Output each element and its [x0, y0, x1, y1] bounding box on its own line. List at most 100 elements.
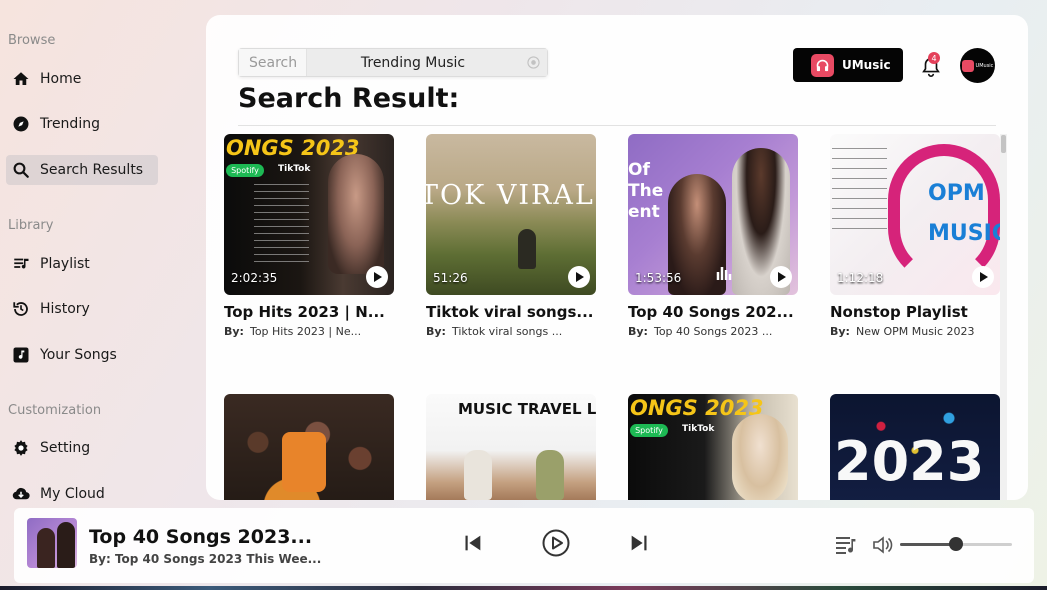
result-card[interactable] [224, 394, 394, 500]
by-label: By: [224, 325, 244, 338]
result-thumbnail[interactable]: ONGS 2023 Spotify TikTok 2:02:35 [224, 134, 394, 295]
result-thumbnail[interactable]: ONGS 2023 Spotify TikTok [628, 394, 798, 500]
now-playing-bar: Top 40 Songs 2023... By: Top 40 Songs 20… [14, 508, 1034, 583]
playlist-icon [14, 258, 29, 269]
result-title[interactable]: Top 40 Songs 202... [628, 303, 798, 321]
browse-section-title: Browse [8, 33, 56, 48]
next-track-icon[interactable] [628, 532, 650, 554]
play-icon[interactable] [568, 266, 590, 288]
volume-slider-fill [900, 543, 956, 546]
thumb-portrait [328, 154, 384, 274]
now-playing-title: Top 40 Songs 2023... [89, 526, 313, 548]
result-card[interactable]: ONGS 2023 Spotify TikTok 2:02:35 Top Hit… [224, 134, 394, 338]
sidebar-item-my-cloud[interactable]: My Cloud [6, 479, 158, 509]
thumb-figure [536, 450, 564, 500]
result-thumbnail[interactable]: MUSIC TRAVEL LOVE [426, 394, 596, 500]
result-title[interactable]: Nonstop Playlist [830, 303, 1000, 321]
thumb-text: 2023 [834, 430, 985, 493]
sidebar-item-trending[interactable]: Trending [6, 109, 158, 139]
search-icon [13, 162, 29, 178]
search-label: Search [239, 49, 307, 76]
result-thumbnail[interactable]: 2023 [830, 394, 1000, 500]
now-playing-subtitle: By: Top 40 Songs 2023 This Wee... [89, 552, 322, 566]
artist-name: Tiktok viral songs ... [451, 325, 563, 338]
headphones-icon [811, 53, 834, 77]
sidebar-item-history[interactable]: History [6, 294, 158, 324]
play-icon[interactable] [972, 266, 994, 288]
user-avatar[interactable]: UMusic [960, 48, 995, 83]
thumb-text: ONGS 2023 [226, 136, 360, 160]
thumb-tracklist [254, 184, 309, 264]
search-input[interactable] [307, 49, 519, 76]
result-thumbnail[interactable]: OPM MUSIC 1:12:18 [830, 134, 1000, 295]
compass-icon [13, 116, 29, 132]
result-thumbnail[interactable] [224, 394, 394, 500]
previous-track-icon[interactable] [462, 532, 484, 554]
tiktok-badge: TikTok [278, 164, 311, 174]
thumb-tracklist [832, 148, 887, 238]
sidebar-item-home[interactable]: Home [6, 64, 158, 94]
thumb-text: TOK VIRAL SO [426, 180, 596, 211]
result-title[interactable]: Tiktok viral songs... [426, 303, 596, 321]
by-label: By: [426, 325, 446, 338]
result-artist: By: Top 40 Songs 2023 ... [628, 325, 798, 338]
sidebar: Browse Home Trending Search Results Libr… [0, 0, 200, 510]
result-artist: By: Top Hits 2023 | Ne... [224, 325, 394, 338]
result-card[interactable]: 2023 [830, 394, 1000, 500]
history-icon [13, 302, 28, 316]
library-section-title: Library [8, 218, 54, 233]
equalizer-icon [716, 267, 732, 280]
play-icon[interactable] [770, 266, 792, 288]
volume-slider-handle[interactable] [949, 537, 963, 551]
tiktok-badge: TikTok [682, 424, 715, 434]
brand-name: UMusic [842, 58, 891, 72]
cloud-icon [12, 487, 30, 500]
page-title: Search Result: [238, 83, 460, 114]
now-playing-artwork[interactable] [27, 518, 77, 568]
gear-icon [14, 440, 28, 456]
result-card[interactable]: MUSIC TRAVEL LOVE [426, 394, 596, 500]
avatar-text: UMusic [975, 62, 994, 69]
sidebar-item-label: Your Songs [40, 347, 117, 363]
result-card[interactable]: Of The ent 1:53:56 Top 40 Songs 202... B… [628, 134, 798, 338]
avatar-logo-icon [961, 59, 974, 72]
sidebar-item-setting[interactable]: Setting [6, 433, 158, 463]
sidebar-item-search-results[interactable]: Search Results [6, 155, 158, 185]
duration-label: 1:53:56 [635, 271, 682, 285]
sidebar-item-your-songs[interactable]: Your Songs [6, 340, 158, 370]
result-title[interactable]: Top Hits 2023 | N... [224, 303, 394, 321]
volume-icon[interactable] [873, 536, 893, 554]
artist-name: New OPM Music 2023 [855, 325, 975, 338]
result-artist: By: New OPM Music 2023 [830, 325, 1000, 338]
music-note-icon [13, 347, 29, 363]
search-box: Search [238, 48, 548, 77]
result-artist: By: Tiktok viral songs ... [426, 325, 596, 338]
play-pause-icon[interactable] [541, 528, 571, 558]
results-grid: ONGS 2023 Spotify TikTok 2:02:35 Top Hit… [224, 134, 1014, 500]
result-card[interactable]: OPM MUSIC 1:12:18 Nonstop Playlist By: Ne… [830, 134, 1000, 338]
thumb-portrait [732, 414, 788, 500]
by-label: By: [628, 325, 648, 338]
clear-search-icon[interactable] [519, 49, 547, 76]
thumb-text: OPM MUSIC [928, 181, 1000, 246]
result-thumbnail[interactable]: Of The ent 1:53:56 [628, 134, 798, 295]
result-card[interactable]: ONGS 2023 Spotify TikTok [628, 394, 798, 500]
spotify-badge: Spotify [226, 164, 264, 177]
result-card[interactable]: TOK VIRAL SO 51:26 Tiktok viral songs...… [426, 134, 596, 338]
sidebar-item-label: Setting [40, 440, 91, 456]
umusic-brand-button[interactable]: UMusic [793, 48, 903, 82]
sidebar-item-label: Playlist [40, 256, 90, 272]
sidebar-item-playlist[interactable]: Playlist [6, 249, 158, 279]
duration-label: 51:26 [433, 271, 468, 285]
sidebar-item-label: My Cloud [40, 486, 105, 502]
results-scrollbar-thumb[interactable] [1001, 135, 1006, 153]
play-icon[interactable] [366, 266, 388, 288]
result-thumbnail[interactable]: TOK VIRAL SO 51:26 [426, 134, 596, 295]
duration-label: 2:02:35 [231, 271, 278, 285]
results-scrollbar[interactable] [1000, 134, 1007, 500]
notification-badge: 4 [928, 52, 940, 64]
by-label: By: [830, 325, 850, 338]
queue-icon[interactable] [834, 535, 858, 555]
sidebar-item-label: Trending [40, 116, 100, 132]
thumb-figure [464, 450, 492, 500]
